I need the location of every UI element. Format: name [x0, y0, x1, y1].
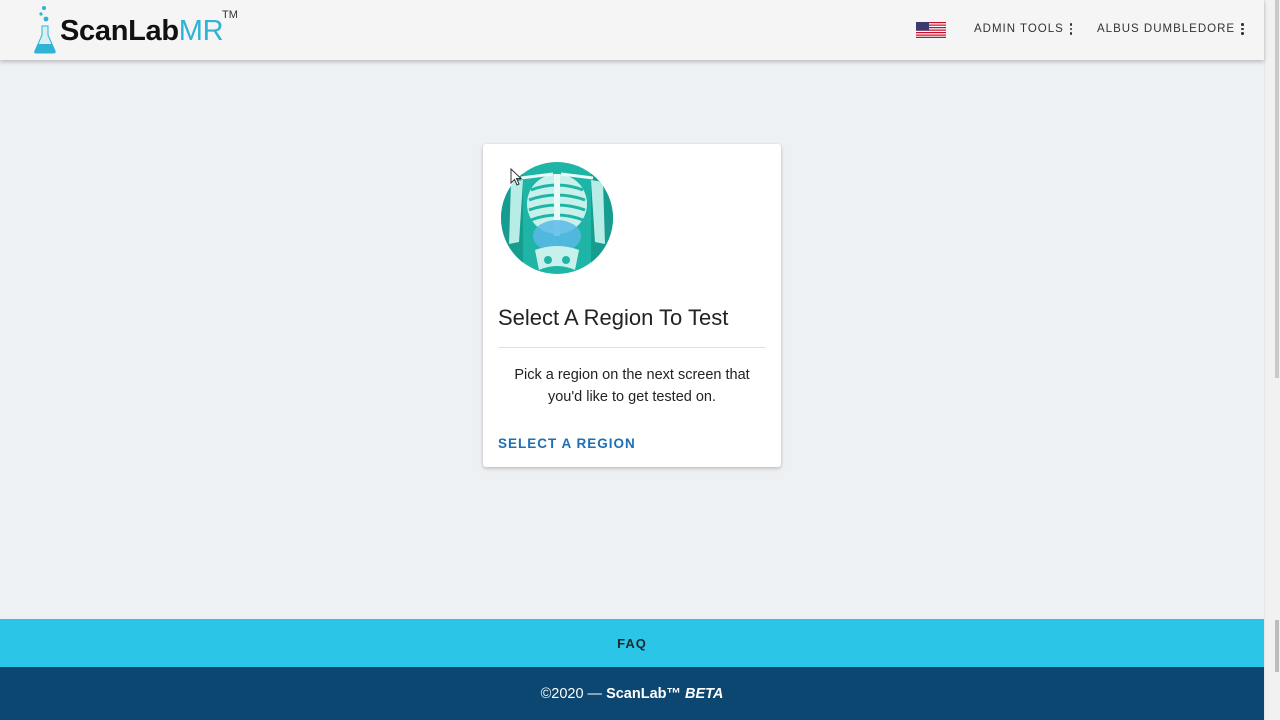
admin-tools-menu[interactable]: ADMIN TOOLS [974, 23, 1073, 35]
flask-logo-icon [34, 6, 56, 54]
copyright-text: ©2020 — [540, 685, 603, 702]
page-scrollbar[interactable] [1264, 0, 1280, 720]
admin-tools-label: ADMIN TOOLS [974, 23, 1064, 35]
scrollbar-thumb-lower[interactable] [1275, 620, 1279, 672]
logo-wordmark: ScanLabMR [60, 15, 224, 48]
beta-label: BETA [685, 685, 724, 702]
region-card: Select A Region To Test Pick a region on… [483, 144, 781, 467]
faq-link[interactable]: FAQ [617, 636, 647, 651]
select-region-button[interactable]: SELECT A REGION [498, 436, 636, 451]
card-divider [498, 347, 766, 348]
top-navbar: ScanLabMR TM ADMIN TOOLS ALBUS DUMBLEDOR… [0, 0, 1264, 60]
copyright-bar: ©2020 — ScanLab™ BETA [0, 667, 1264, 720]
user-name-label: ALBUS DUMBLEDORE [1097, 23, 1236, 35]
more-vert-icon [1241, 23, 1244, 35]
card-title: Select A Region To Test [498, 305, 729, 330]
footer-brand: ScanLab™ [606, 685, 681, 702]
mouse-cursor-icon [510, 168, 522, 186]
logo-accent-text: MR [178, 15, 224, 47]
more-vert-icon [1069, 23, 1073, 35]
user-menu[interactable]: ALBUS DUMBLEDORE [1097, 23, 1244, 35]
scrollbar-thumb[interactable] [1275, 0, 1279, 378]
us-flag-icon[interactable] [916, 22, 946, 38]
card-description: Pick a region on the next screen that yo… [514, 367, 750, 405]
logo-trademark: TM [222, 9, 238, 21]
logo-main-text: ScanLab [60, 15, 179, 47]
faq-bar: FAQ [0, 619, 1264, 667]
